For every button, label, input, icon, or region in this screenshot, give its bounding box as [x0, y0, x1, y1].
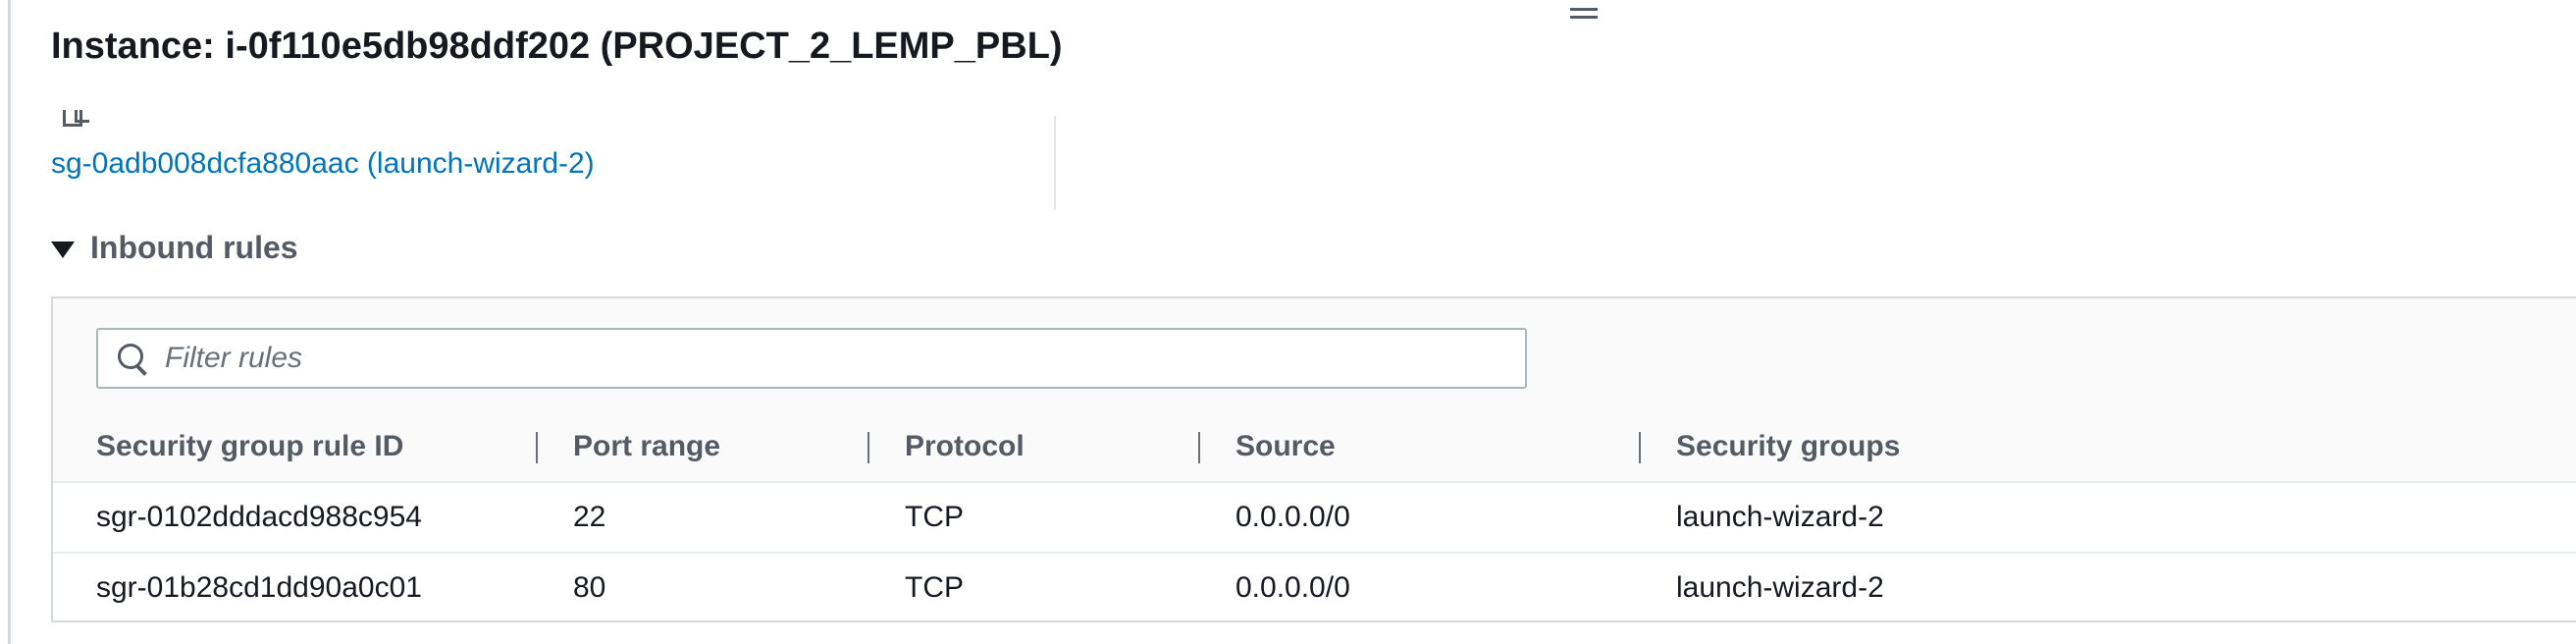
filter-box — [96, 328, 1527, 389]
section-heading: Inbound rules — [90, 230, 298, 265]
column-header-rule-id[interactable]: Security group rule ID — [96, 412, 403, 481]
cell-source: 0.0.0.0/0 — [1235, 501, 1350, 533]
copy-icon[interactable] — [61, 110, 92, 132]
cell-protocol: TCP — [905, 501, 964, 533]
cell-security-groups: launch-wizard-2 — [1676, 571, 1884, 604]
filter-rules-input[interactable] — [165, 342, 1441, 375]
column-resizer[interactable] — [1198, 432, 1200, 463]
panel-left-border — [0, 0, 11, 644]
caret-down-icon — [51, 242, 75, 258]
cell-protocol: TCP — [905, 571, 964, 604]
cell-rule-id: sgr-0102dddacd988c954 — [96, 501, 422, 533]
cell-source: 0.0.0.0/0 — [1235, 571, 1350, 604]
cell-rule-id: sgr-01b28cd1dd90a0c01 — [96, 571, 422, 604]
table-header-row: Security group rule ID Port range Protoc… — [53, 412, 2576, 483]
column-divider — [1054, 116, 1056, 210]
panel-header — [53, 298, 2576, 414]
table-row: sgr-01b28cd1dd90a0c01 80 TCP 0.0.0.0/0 l… — [53, 554, 2576, 622]
inbound-rules-toggle[interactable]: Inbound rules — [51, 230, 298, 266]
inbound-rules-table: Security group rule ID Port range Protoc… — [53, 412, 2576, 622]
drag-handle-icon[interactable] — [1570, 2, 1600, 24]
column-resizer[interactable] — [1639, 432, 1641, 463]
column-resizer[interactable] — [867, 432, 869, 463]
column-header-protocol[interactable]: Protocol — [905, 412, 1025, 481]
cell-port-range: 22 — [573, 501, 606, 533]
cell-security-groups: launch-wizard-2 — [1676, 501, 1884, 533]
instance-details-panel: Instance: i-0f110e5db98ddf202 (PROJECT_2… — [0, 0, 2576, 644]
cell-port-range: 80 — [573, 571, 606, 604]
column-header-security-groups[interactable]: Security groups — [1676, 412, 1900, 481]
column-header-source[interactable]: Source — [1235, 412, 1336, 481]
column-resizer[interactable] — [536, 432, 538, 463]
security-group-link[interactable]: sg-0adb008dcfa880aac (launch-wizard-2) — [51, 147, 595, 181]
search-icon — [116, 342, 149, 376]
column-header-port-range[interactable]: Port range — [573, 412, 720, 481]
page-title: Instance: i-0f110e5db98ddf202 (PROJECT_2… — [51, 26, 1063, 67]
inbound-rules-panel: Security group rule ID Port range Protoc… — [51, 296, 2576, 622]
table-row: sgr-0102dddacd988c954 22 TCP 0.0.0.0/0 l… — [53, 483, 2576, 554]
